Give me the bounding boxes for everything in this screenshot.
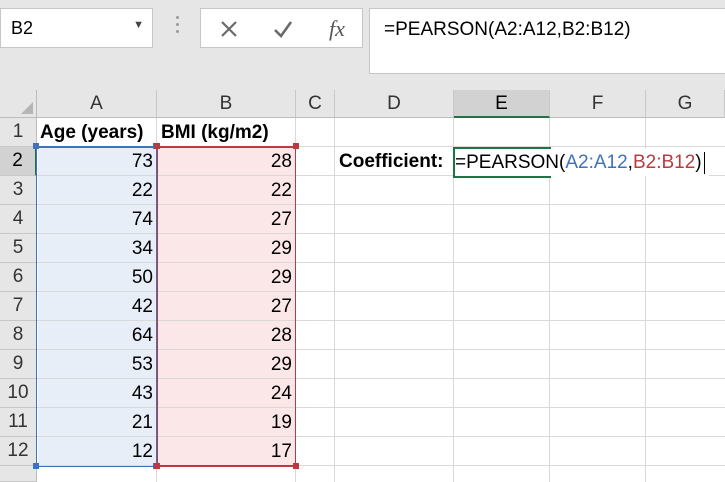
row-header-12[interactable]: 12 [0, 437, 37, 466]
row-header-3[interactable]: 3 [0, 176, 37, 205]
name-box-value[interactable]: B2 [11, 18, 33, 39]
column-header-b[interactable]: B [157, 90, 296, 118]
column-header-c[interactable]: C [296, 90, 335, 118]
cell-b1[interactable]: BMI (kg/m2) [161, 118, 269, 147]
row-header-8[interactable]: 8 [0, 321, 37, 350]
row-header-9[interactable]: 9 [0, 350, 37, 379]
cell-a1[interactable]: Age (years) [40, 118, 144, 147]
range-b-border [157, 146, 296, 467]
insert-function-button[interactable]: fx [317, 15, 357, 43]
select-all-icon [21, 102, 33, 114]
check-icon[interactable] [263, 15, 303, 43]
range-a-resize-handle[interactable] [33, 463, 39, 469]
row-header-4[interactable]: 4 [0, 205, 37, 234]
formula-prefix: =PEARSON( [455, 152, 566, 173]
column-header-d[interactable]: D [335, 90, 454, 118]
row-header-5[interactable]: 5 [0, 234, 37, 263]
range-b-resize-handle[interactable] [293, 463, 299, 469]
drag-handle-icon[interactable] [176, 16, 180, 38]
chevron-down-icon[interactable]: ▼ [133, 19, 144, 31]
formula-range-b: B2:B12 [632, 152, 696, 173]
row-header-13[interactable] [0, 466, 37, 482]
close-icon[interactable] [209, 15, 249, 43]
row-header-6[interactable]: 6 [0, 263, 37, 292]
column-header-f[interactable]: F [550, 90, 646, 118]
range-a-border [36, 146, 157, 467]
range-a-resize-handle[interactable] [33, 143, 39, 149]
column-header-e[interactable]: E [454, 90, 550, 118]
row-header-11[interactable]: 11 [0, 408, 37, 437]
formula-input[interactable]: =PEARSON(A2:A12,B2:B12) [369, 8, 725, 74]
range-b-resize-handle[interactable] [293, 143, 299, 149]
range-b-resize-handle[interactable] [154, 143, 160, 149]
row-header-7[interactable]: 7 [0, 292, 37, 321]
name-box[interactable]: B2 ▼ [0, 8, 153, 48]
cell-e2-editor[interactable]: =PEARSON(A2:A12,B2:B12) [455, 149, 709, 176]
range-b-resize-handle[interactable] [154, 463, 160, 469]
formula-text[interactable]: =PEARSON(A2:A12,B2:B12) [384, 19, 631, 41]
column-header-a[interactable]: A [37, 90, 157, 118]
formula-suffix: ) [695, 152, 702, 173]
formula-range-a: A2:A12 [565, 152, 628, 173]
formula-bar-area: B2 ▼ fx =PEARSON(A2:A12,B2:B12) [0, 0, 725, 90]
formula-buttons: fx [200, 8, 363, 48]
row-header-2[interactable]: 2 [0, 147, 37, 176]
select-all-button[interactable] [0, 90, 37, 118]
row-header-10[interactable]: 10 [0, 379, 37, 408]
row-header-1[interactable]: 1 [0, 118, 37, 147]
text-caret [703, 151, 705, 174]
cell-d2[interactable]: Coefficient: [339, 147, 444, 176]
column-header-g[interactable]: G [646, 90, 725, 118]
